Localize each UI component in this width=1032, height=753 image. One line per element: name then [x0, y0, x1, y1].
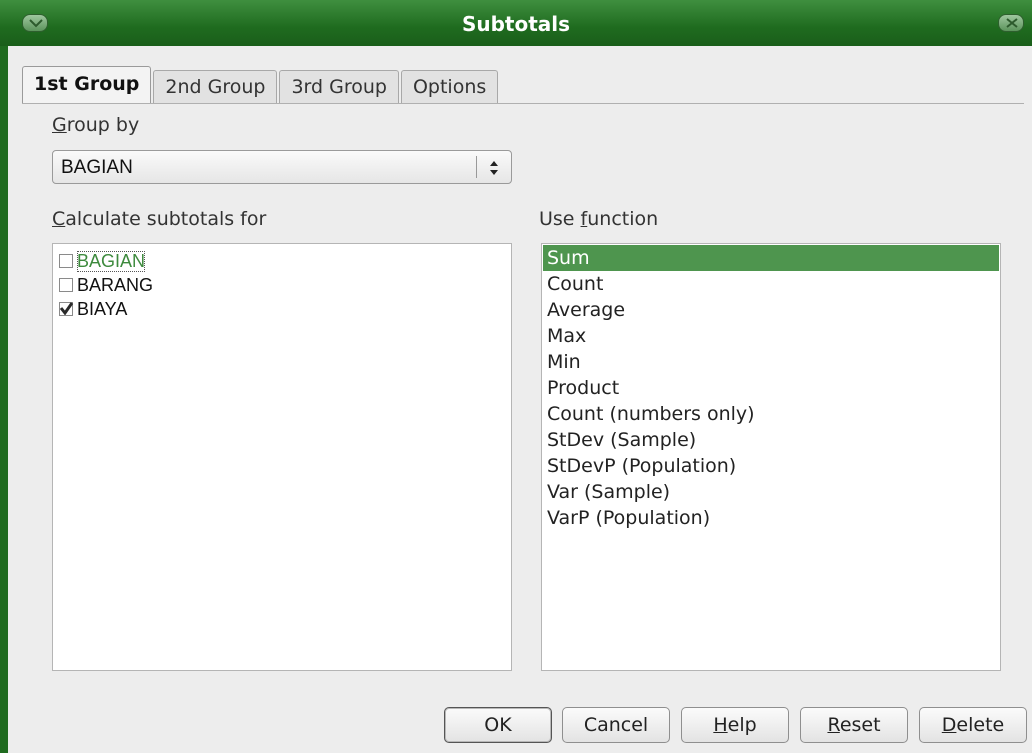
- function-item-max[interactable]: Max: [543, 323, 999, 349]
- dialog-body: 1st Group 2nd Group 3rd Group Options Gr…: [8, 46, 1032, 753]
- function-item-min[interactable]: Min: [543, 349, 999, 375]
- help-mnemonic: H: [713, 714, 728, 736]
- subtotals-field-list[interactable]: BAGIAN BARANG BIAYA: [52, 243, 512, 671]
- combo-separator: [476, 156, 477, 178]
- checkbox-biaya[interactable]: [59, 302, 73, 316]
- tab-panel-divider: [22, 103, 1024, 104]
- checkbox-bagian[interactable]: [59, 254, 73, 268]
- help-button[interactable]: Help: [681, 707, 789, 743]
- group-by-select[interactable]: BAGIAN: [52, 150, 512, 184]
- tab-2nd-group[interactable]: 2nd Group: [153, 70, 278, 104]
- function-item-varp[interactable]: VarP (Population): [543, 505, 999, 531]
- subtotals-for-label-rest: alculate subtotals for: [65, 208, 267, 230]
- window-title: Subtotals: [461, 12, 571, 36]
- tab-bar: 1st Group 2nd Group 3rd Group Options: [22, 66, 500, 104]
- reset-button[interactable]: Reset: [800, 707, 908, 743]
- subtotals-for-mnemonic: C: [52, 208, 66, 230]
- delete-label-rest: elete: [956, 714, 1005, 736]
- function-item-average[interactable]: Average: [543, 297, 999, 323]
- list-item-bagian[interactable]: BAGIAN: [59, 250, 146, 272]
- cancel-button[interactable]: Cancel: [562, 707, 670, 743]
- list-item-biaya[interactable]: BIAYA: [59, 298, 127, 320]
- group-by-label-rest: roup by: [66, 114, 140, 136]
- function-item-var[interactable]: Var (Sample): [543, 479, 999, 505]
- function-item-count-numbers[interactable]: Count (numbers only): [543, 401, 999, 427]
- field-label-barang: BARANG: [77, 274, 154, 295]
- function-item-count[interactable]: Count: [543, 271, 999, 297]
- function-list[interactable]: Sum Count Average Max Min Product Count …: [541, 243, 1001, 671]
- tab-options[interactable]: Options: [400, 70, 499, 104]
- function-item-stdev[interactable]: StDev (Sample): [543, 427, 999, 453]
- checkmark-icon: [59, 302, 73, 315]
- checkbox-barang[interactable]: [59, 278, 73, 292]
- function-item-sum[interactable]: Sum: [543, 245, 999, 271]
- group-by-value: BAGIAN: [61, 157, 133, 178]
- list-item-barang[interactable]: BARANG: [59, 274, 153, 296]
- group-by-mnemonic: G: [52, 114, 67, 136]
- title-bar[interactable]: Subtotals: [0, 0, 1032, 46]
- ok-button[interactable]: OK: [444, 707, 552, 743]
- function-item-product[interactable]: Product: [543, 375, 999, 401]
- delete-mnemonic: D: [941, 714, 957, 736]
- field-label-bagian: BAGIAN: [77, 250, 146, 272]
- window-close-button[interactable]: [998, 14, 1024, 32]
- spin-arrows-icon: [490, 161, 498, 175]
- use-function-label: Use function: [539, 208, 658, 230]
- delete-button[interactable]: Delete: [919, 707, 1027, 743]
- tab-3rd-group[interactable]: 3rd Group: [279, 70, 399, 104]
- tab-1st-group[interactable]: 1st Group: [22, 66, 152, 104]
- group-by-label: Group by: [52, 114, 139, 136]
- help-label-rest: elp: [727, 714, 757, 736]
- use-function-label-rest: unction: [587, 208, 659, 230]
- function-item-stdevp[interactable]: StDevP (Population): [543, 453, 999, 479]
- close-icon: [1006, 18, 1018, 28]
- reset-mnemonic: R: [827, 714, 840, 736]
- reset-label-rest: eset: [839, 714, 881, 736]
- use-function-label-pre: Use: [539, 208, 581, 230]
- subtotals-for-label: Calculate subtotals for: [52, 208, 266, 230]
- field-label-biaya: BIAYA: [77, 298, 128, 319]
